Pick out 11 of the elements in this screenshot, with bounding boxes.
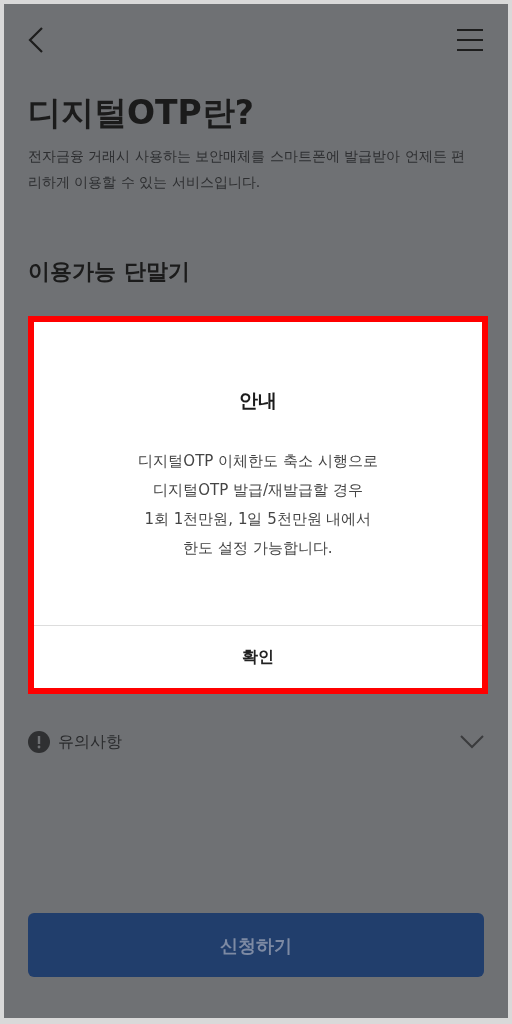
section-title: 이용가능 단말기 [28, 258, 191, 287]
dialog-title: 안내 [239, 388, 277, 413]
warning-icon [28, 731, 50, 753]
notice-label: 유의사항 [58, 731, 122, 753]
chevron-down-icon[interactable] [460, 735, 484, 749]
dialog-message: 디지털OTP 이체한도 축소 시행으로 디지털OTP 발급/재발급할 경우 1회 1천만원, 1일 5천만원 내에서 한도 설정 가능합니다. [138, 450, 378, 559]
back-icon[interactable] [28, 26, 44, 54]
page-description: 전자금융 거래시 사용하는 보안매체를 스마트폰에 발급받아 언제든 편리하게 이용할 수 있는 서비스입니다. [28, 147, 467, 193]
confirm-button[interactable]: 확인 [34, 626, 482, 688]
menu-icon[interactable] [456, 28, 484, 52]
page-title: 디지털OTP란? [28, 92, 255, 134]
